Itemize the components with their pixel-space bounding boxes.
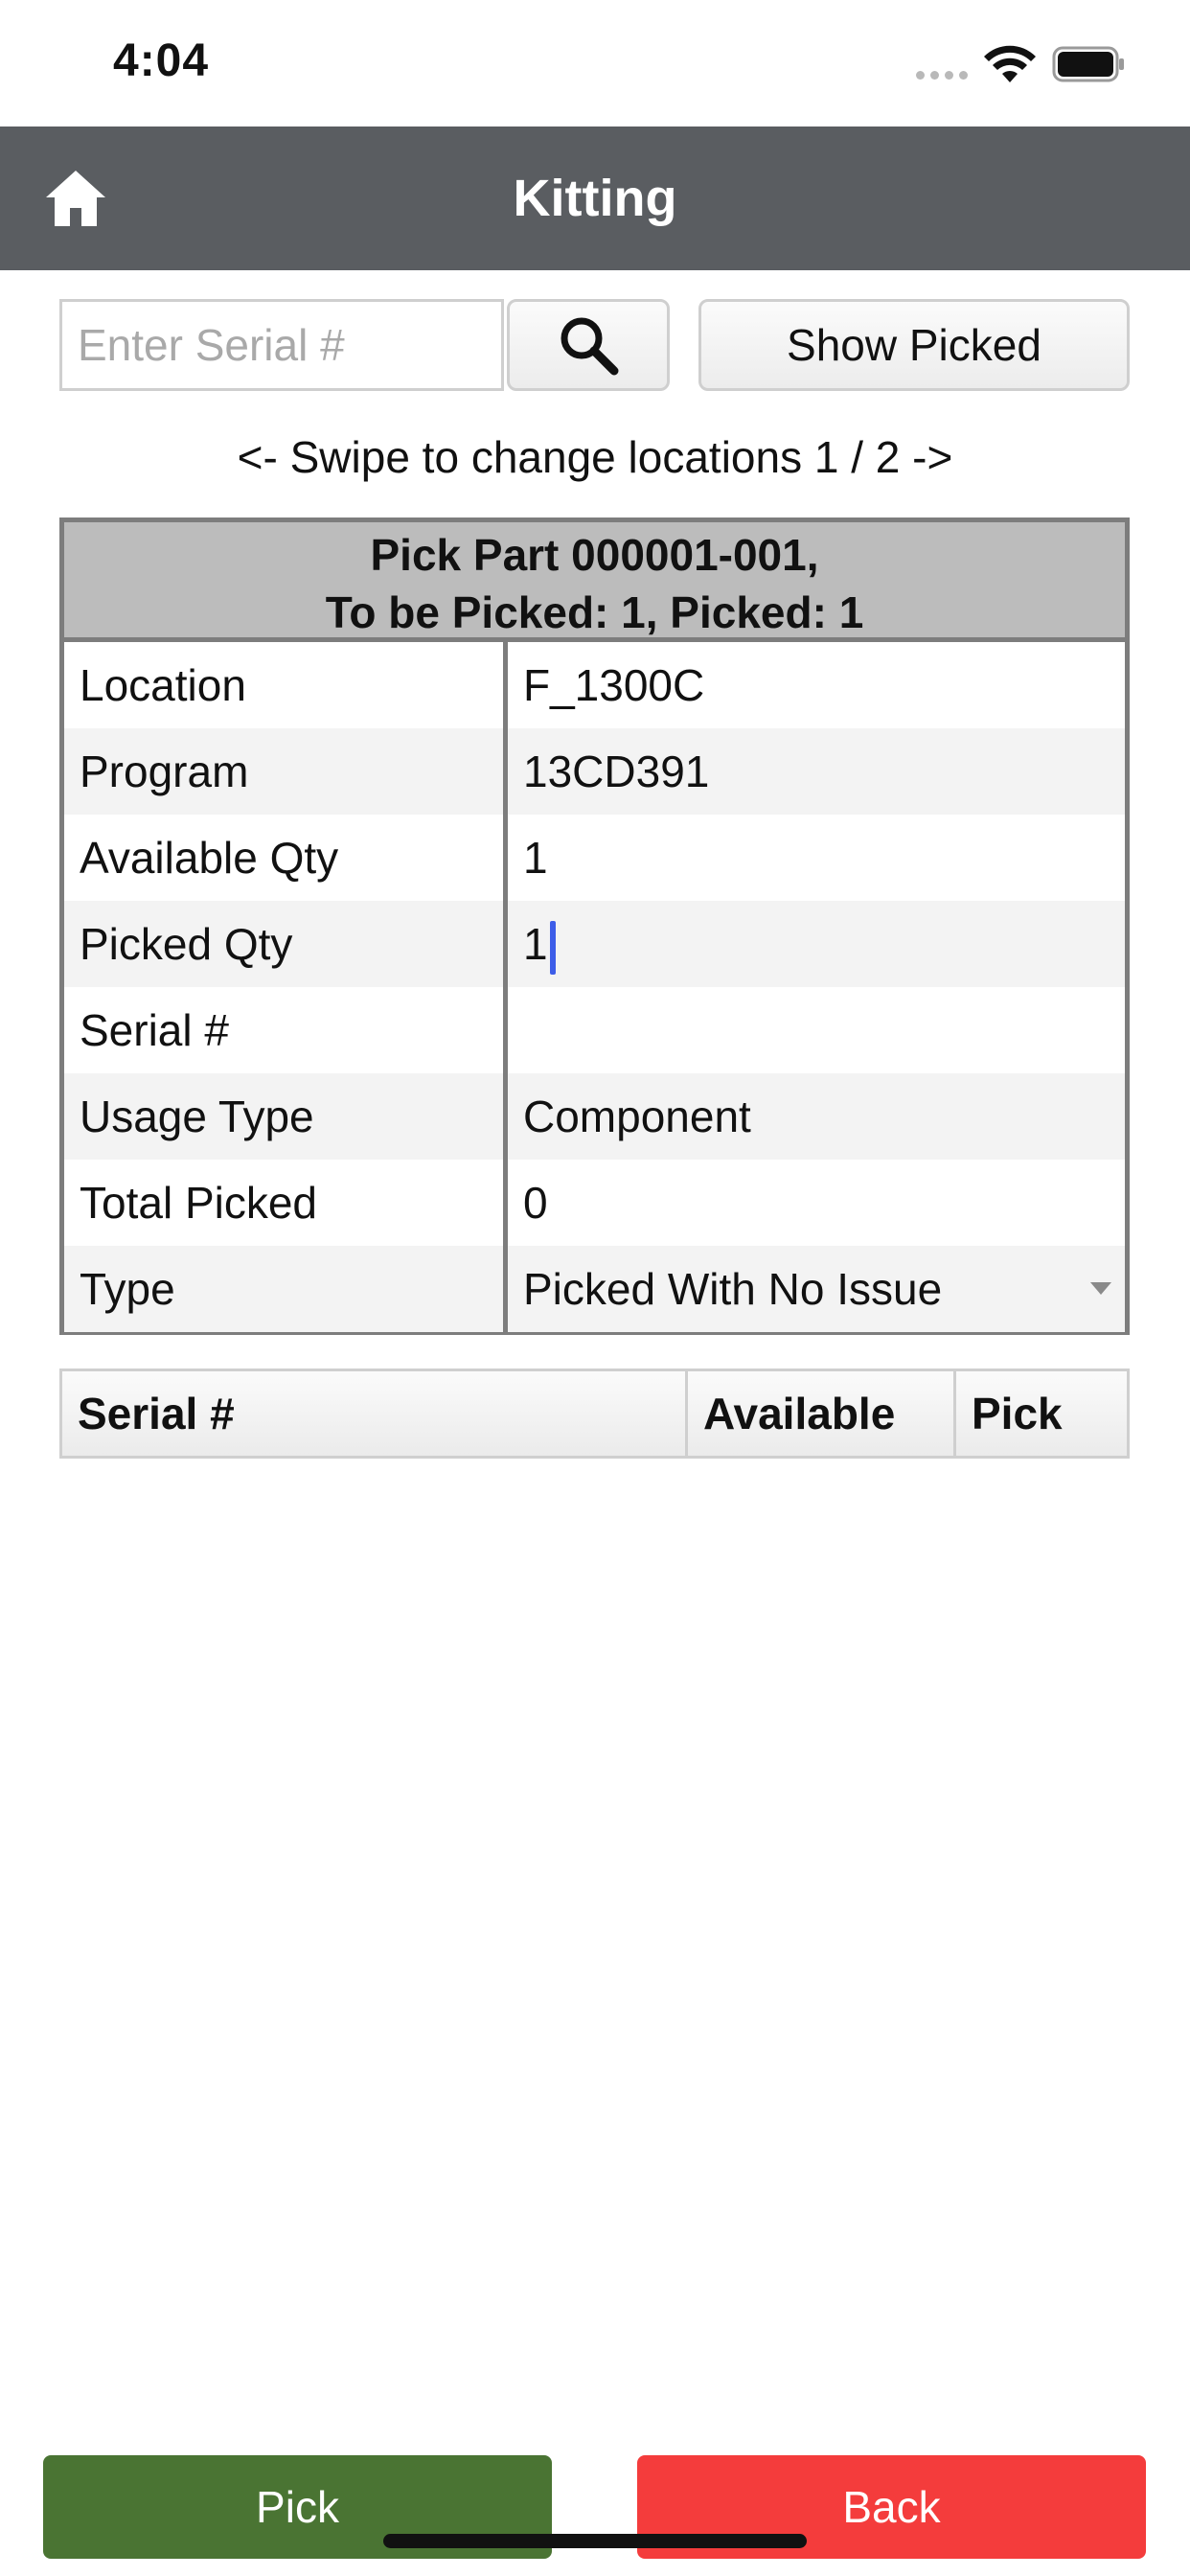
detail-row-location: Location F_1300C [64, 642, 1125, 728]
serial-value-input[interactable] [508, 987, 1125, 1073]
column-header-pick[interactable]: Pick [956, 1371, 1127, 1456]
type-select[interactable]: Picked With No Issue [508, 1246, 1125, 1332]
show-picked-button[interactable]: Show Picked [698, 299, 1130, 391]
detail-row-type: Type Picked With No Issue [64, 1246, 1125, 1332]
dropdown-arrow-icon [1090, 1282, 1111, 1295]
detail-label: Available Qty [64, 815, 508, 901]
detail-label: Total Picked [64, 1160, 508, 1246]
home-icon[interactable] [42, 165, 109, 232]
battery-icon [1052, 46, 1124, 82]
status-time: 4:04 [113, 35, 210, 86]
detail-label: Picked Qty [64, 901, 508, 987]
picked-qty-input[interactable]: 1 [508, 901, 1125, 987]
serial-search-input[interactable] [59, 299, 504, 391]
detail-row-available-qty: Available Qty 1 [64, 815, 1125, 901]
app-header: Kitting [0, 126, 1190, 270]
pick-part-title: Pick Part 000001-001, [370, 530, 819, 580]
detail-row-total-picked: Total Picked 0 [64, 1160, 1125, 1246]
detail-row-picked-qty: Picked Qty 1 [64, 901, 1125, 987]
wifi-icon [984, 45, 1036, 82]
type-select-value: Picked With No Issue [523, 1264, 943, 1314]
detail-label: Program [64, 728, 508, 815]
pick-detail-table: Pick Part 000001-001, To be Picked: 1, P… [59, 518, 1130, 1335]
search-icon [561, 317, 619, 376]
detail-label: Usage Type [64, 1073, 508, 1160]
home-indicator[interactable] [383, 2534, 807, 2548]
usage-type-value: Component [523, 1092, 751, 1141]
search-button[interactable] [507, 299, 670, 391]
location-value: F_1300C [523, 660, 705, 710]
column-header-available[interactable]: Available [688, 1371, 956, 1456]
detail-label: Serial # [64, 987, 508, 1073]
detail-row-program: Program 13CD391 [64, 728, 1125, 815]
status-bar: 4:04 [0, 0, 1190, 126]
picked-qty-value: 1 [523, 919, 548, 969]
text-cursor [549, 920, 556, 975]
program-value: 13CD391 [523, 747, 710, 796]
pick-summary: To be Picked: 1, Picked: 1 [325, 587, 864, 637]
column-header-serial[interactable]: Serial # [62, 1371, 688, 1456]
detail-row-serial: Serial # [64, 987, 1125, 1073]
swipe-location-hint: <- Swipe to change locations 1 / 2 -> [237, 432, 953, 482]
serial-list-header: Serial # Available Pick [59, 1368, 1130, 1459]
cellular-signal-icon [916, 71, 968, 80]
detail-label: Type [64, 1246, 508, 1332]
available-qty-value: 1 [523, 833, 548, 883]
page-title: Kitting [513, 170, 677, 227]
detail-label: Location [64, 642, 508, 728]
total-picked-value: 0 [523, 1178, 548, 1228]
pick-detail-header: Pick Part 000001-001, To be Picked: 1, P… [64, 522, 1125, 642]
detail-row-usage-type: Usage Type Component [64, 1073, 1125, 1160]
